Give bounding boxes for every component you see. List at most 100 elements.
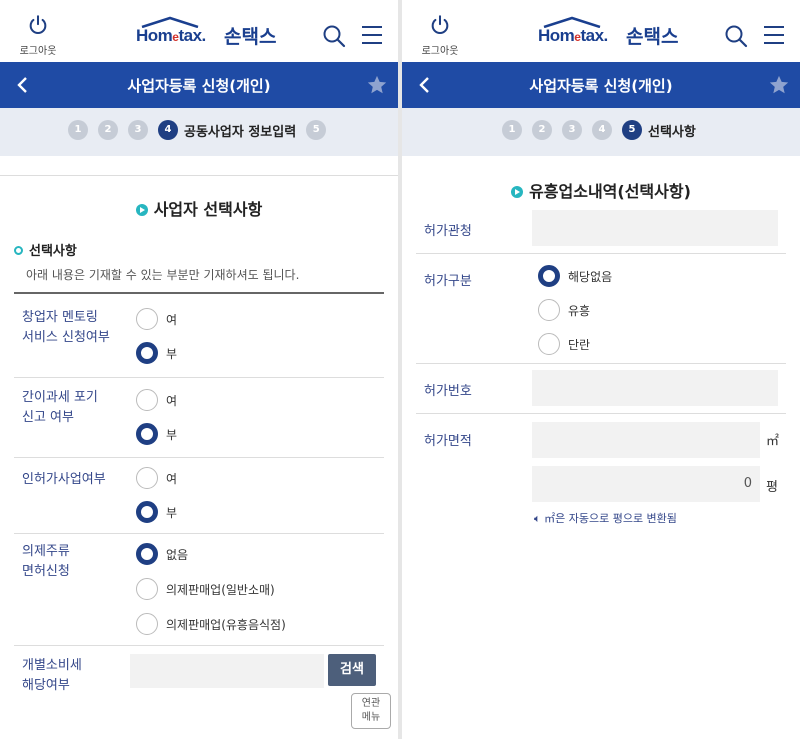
step-4: 4 <box>592 120 612 140</box>
label-mentoring: 창업자 멘토링 서비스 신청여부 <box>22 310 110 345</box>
radio-circle <box>136 613 158 635</box>
radio-licensed-no[interactable]: 부 <box>136 500 177 524</box>
power-icon <box>29 15 47 34</box>
radio-circle <box>136 308 158 330</box>
page-title: 사업자등록 신청(개인) <box>529 77 673 95</box>
permit-office-input[interactable] <box>532 210 778 246</box>
radio-circle-selected <box>136 342 158 364</box>
active-step-label: 공동사업자 정보입력 <box>184 124 297 140</box>
radio-permit-none[interactable]: 해당없음 <box>538 264 612 288</box>
row-licensed-business: 인허가사업여부 여 부 <box>14 458 384 534</box>
radio-circle-selected <box>136 423 158 445</box>
radio-circle <box>538 299 560 321</box>
radio-permit-karaoke[interactable]: 단란 <box>538 332 590 356</box>
search-icon[interactable] <box>322 24 346 48</box>
label-liquor-license: 의제주류 면허신청 <box>22 544 70 579</box>
step-1: 1 <box>68 120 88 140</box>
radio-circle <box>538 333 560 355</box>
step-1: 1 <box>502 120 522 140</box>
play-circle-icon <box>511 186 524 198</box>
ring-bullet-icon <box>14 246 23 255</box>
radio-permit-entertainment[interactable]: 유흥 <box>538 298 590 322</box>
related-menu-button[interactable]: 연관 메뉴 <box>351 693 391 729</box>
active-step-label: 선택사항 <box>648 124 696 140</box>
logout-button[interactable]: 로그아웃 <box>418 14 462 57</box>
step-indicator: 1 2 3 4 공동사업자 정보입력 5 <box>0 108 398 156</box>
logout-label: 로그아웃 <box>421 46 459 57</box>
row-permit-area: 허가면적 ㎡ 0 평 🔈︎ ㎡은 자동으로 평으로 변환됨 <box>416 414 786 536</box>
hamburger-menu-icon[interactable] <box>360 24 384 46</box>
row-excise-tax: 개별소비세 해당여부 검색 <box>14 646 384 706</box>
section-title: 유흥업소내역(선택사항) <box>402 178 800 202</box>
label-excise-tax: 개별소비세 해당여부 <box>22 658 82 693</box>
radio-liquor-retail[interactable]: 의제판매업(일반소매) <box>136 577 275 601</box>
row-permit-number: 허가번호 <box>416 364 786 414</box>
excise-search-button[interactable]: 검색 <box>328 654 376 686</box>
left-panel: 로그아웃 Hometax. 손택스 사업자등록 신청(개인) 1 2 3 4 공… <box>0 0 398 739</box>
unit-sqm: ㎡ <box>766 434 780 449</box>
section-title: 사업자 선택사항 <box>0 196 398 220</box>
logo-korean: 손택스 <box>626 26 679 48</box>
step-3: 3 <box>562 120 582 140</box>
subhead-optional: 선택사항 <box>14 240 398 259</box>
radio-circle <box>136 467 158 489</box>
radio-circle <box>136 389 158 411</box>
radio-mentoring-yes[interactable]: 여 <box>136 307 177 331</box>
radio-licensed-yes[interactable]: 여 <box>136 466 177 490</box>
label-licensed-business: 인허가사업여부 <box>22 472 106 487</box>
title-bar: 사업자등록 신청(개인) <box>402 62 800 108</box>
logout-button[interactable]: 로그아웃 <box>16 14 60 57</box>
power-icon <box>431 15 449 34</box>
area-conversion-hint: 🔈︎ ㎡은 자동으로 평으로 변환됨 <box>534 512 677 525</box>
label-permit-type: 허가구분 <box>424 274 472 289</box>
section-gap <box>0 156 398 176</box>
step-2: 2 <box>532 120 552 140</box>
permit-number-input[interactable] <box>532 370 778 406</box>
favorite-star-icon[interactable] <box>366 74 388 96</box>
excise-tax-input[interactable] <box>130 654 324 688</box>
search-icon[interactable] <box>724 24 748 48</box>
label-simplified-tax: 간이과세 포기 신고 여부 <box>22 390 98 425</box>
permit-area-pyeong-field: 0 <box>532 466 760 502</box>
unit-pyeong: 평 <box>766 480 778 495</box>
top-header: 로그아웃 Hometax. 손택스 <box>402 0 800 62</box>
logo-korean: 손택스 <box>224 26 277 48</box>
row-permit-office: 허가관청 <box>416 206 786 254</box>
favorite-star-icon[interactable] <box>768 74 790 96</box>
hamburger-menu-icon[interactable] <box>762 24 786 46</box>
radio-liquor-entertainment[interactable]: 의제판매업(유흥음식점) <box>136 612 286 636</box>
step-4-active: 4 <box>158 120 178 140</box>
radio-mentoring-no[interactable]: 부 <box>136 341 177 365</box>
page-title: 사업자등록 신청(개인) <box>127 77 271 95</box>
step-5-active: 5 <box>622 120 642 140</box>
optional-note: 아래 내용은 기재할 수 있는 부분만 기재하셔도 됩니다. <box>26 268 300 282</box>
radio-circle <box>136 578 158 600</box>
step-3: 3 <box>128 120 148 140</box>
pyeong-value: 0 <box>743 476 752 491</box>
step-2: 2 <box>98 120 118 140</box>
logo-brand: Hometax. <box>538 26 608 45</box>
logo-brand: Hometax. <box>136 26 206 45</box>
permit-area-sqm-input[interactable] <box>532 422 760 458</box>
label-permit-number: 허가번호 <box>424 384 472 399</box>
speaker-icon: 🔈︎ <box>534 512 541 525</box>
top-header: 로그아웃 Hometax. 손택스 <box>0 0 398 62</box>
radio-circle-selected <box>136 501 158 523</box>
step-5: 5 <box>306 120 327 140</box>
row-mentoring: 창업자 멘토링 서비스 신청여부 여 부 <box>14 294 384 378</box>
row-permit-type: 허가구분 해당없음 유흥 단란 <box>416 254 786 364</box>
row-simplified-tax: 간이과세 포기 신고 여부 여 부 <box>14 378 384 458</box>
radio-liquor-none[interactable]: 없음 <box>136 542 188 566</box>
radio-simplified-yes[interactable]: 여 <box>136 388 177 412</box>
radio-circle-selected <box>538 265 560 287</box>
play-circle-icon <box>135 204 148 216</box>
row-liquor-license: 의제주류 면허신청 없음 의제판매업(일반소매) 의제판매업(유흥음식점) <box>14 534 384 646</box>
step-indicator: 1 2 3 4 5 선택사항 <box>402 108 800 156</box>
label-permit-office: 허가관청 <box>424 224 472 239</box>
logout-label: 로그아웃 <box>19 46 57 57</box>
title-bar: 사업자등록 신청(개인) <box>0 62 398 108</box>
radio-simplified-no[interactable]: 부 <box>136 422 177 446</box>
radio-circle-selected <box>136 543 158 565</box>
label-permit-area: 허가면적 <box>424 434 472 449</box>
right-panel: 로그아웃 Hometax. 손택스 사업자등록 신청(개인) 1 2 3 4 5… <box>402 0 800 739</box>
